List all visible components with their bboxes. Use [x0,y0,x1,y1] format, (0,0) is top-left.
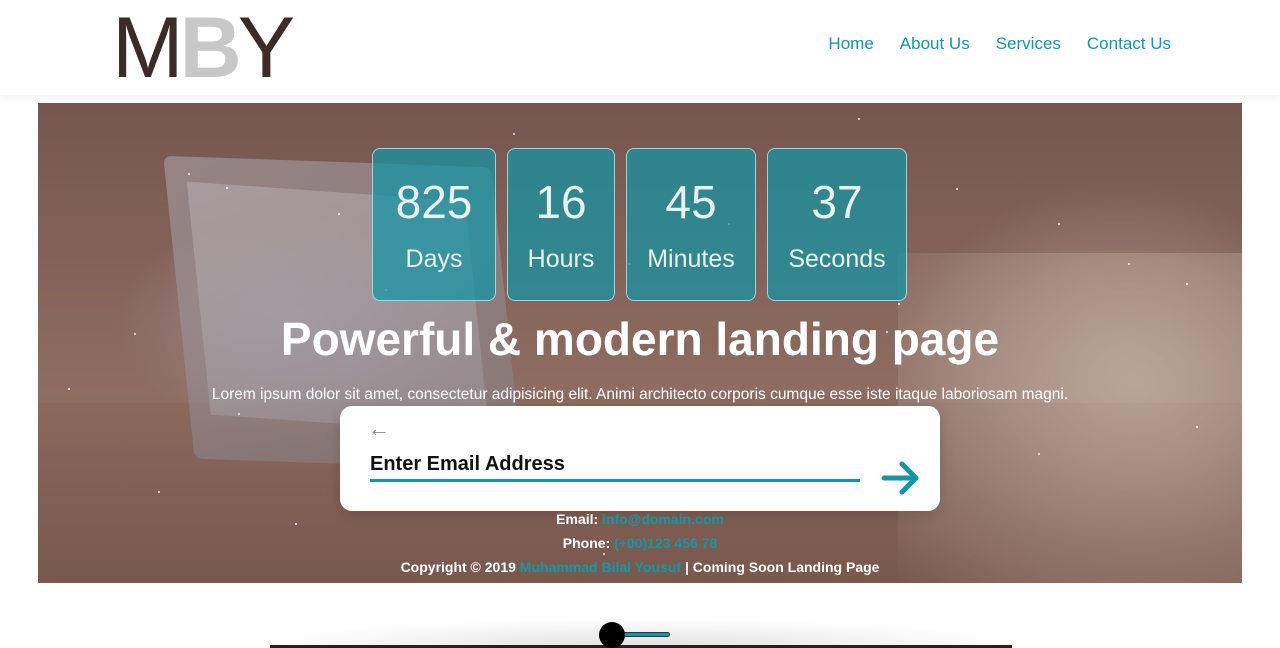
logo-letter-y: Y [237,0,295,96]
slider-knob[interactable] [599,622,625,648]
site-header: M B Y Home About Us Services Contact Us [0,0,1280,95]
nav-home[interactable]: Home [828,34,873,54]
main-nav: Home About Us Services Contact Us [828,34,1171,54]
countdown-minutes: 45 Minutes [626,148,756,301]
countdown-seconds-value: 37 [811,176,863,228]
countdown-hours-value: 16 [535,176,587,228]
contact-phone: Phone: (+00)123 456 78 [38,535,1242,551]
hero-headline: Powerful & modern landing page [280,313,1000,365]
email-input[interactable] [370,450,860,482]
hero-subtext: Lorem ipsum dolor sit amet, consectetur … [211,386,1069,403]
arrow-left-icon[interactable]: ← [368,416,390,442]
countdown-hours-label: Hours [527,245,595,273]
contact-email: Email: info@domain.com [38,511,1242,527]
nav-contact-us[interactable]: Contact Us [1087,34,1171,54]
countdown-days-value: 825 [395,176,473,228]
email-signup-form: ← [340,406,940,511]
countdown-days: 825 Days [372,148,496,301]
contact-phone-label: Phone: [562,535,611,551]
logo[interactable]: M B Y [112,0,295,96]
countdown-minutes-label: Minutes [647,245,735,273]
countdown-days-label: Days [405,245,463,273]
countdown-seconds: 37 Seconds [767,148,907,301]
contact-email-label: Email: [556,511,599,527]
copyright-prefix: Copyright © 2019 [400,559,516,575]
logo-letter-b: B [179,0,242,96]
contact-phone-link[interactable]: (+00)123 456 78 [614,535,717,551]
logo-letter-m: M [112,0,184,96]
hero-section: 825 Days 16 Hours 45 Minutes 37 Seconds … [38,103,1242,583]
copyright: Copyright © 2019 Muhammad Bilal Yousuf |… [38,559,1242,575]
contact-email-link[interactable]: info@domain.com [602,511,724,527]
copyright-suffix: | Coming Soon Landing Page [684,559,880,575]
countdown-seconds-label: Seconds [788,245,886,273]
countdown-minutes-value: 45 [665,176,717,228]
nav-services[interactable]: Services [996,34,1061,54]
countdown-hours: 16 Hours [507,148,615,301]
arrow-right-icon[interactable] [880,456,924,500]
copyright-author-link[interactable]: Muhammad Bilal Yousuf [520,559,681,575]
nav-about-us[interactable]: About Us [900,34,970,54]
